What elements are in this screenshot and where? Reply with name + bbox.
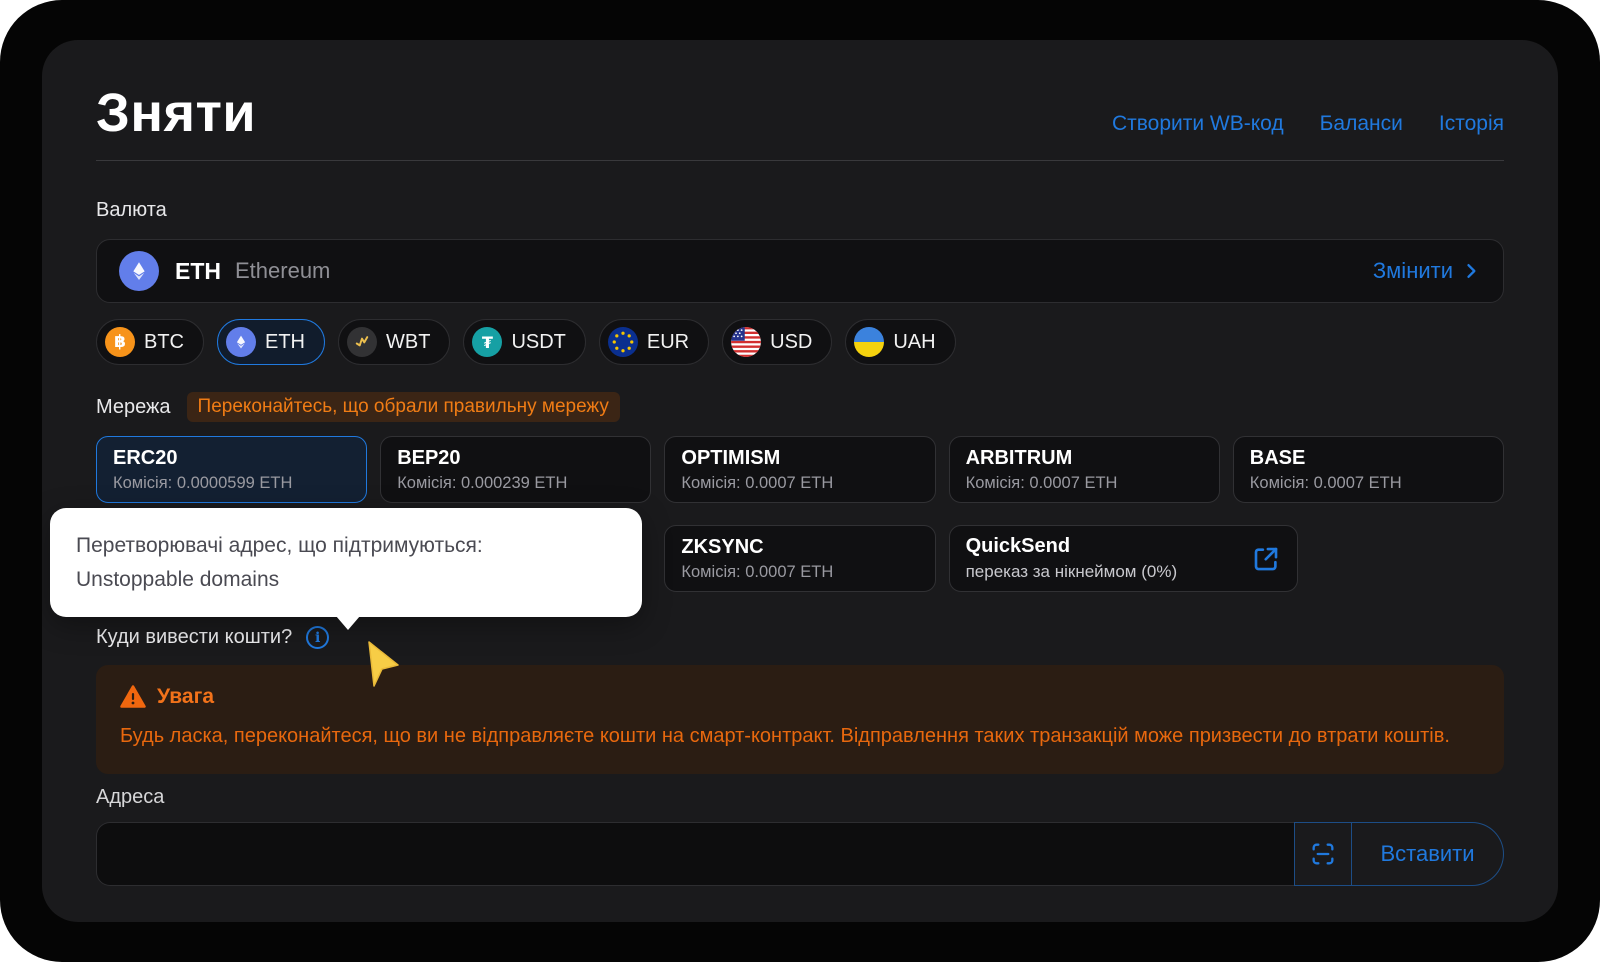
- withdraw-screen: Зняти Створити WB-код Баланси Історія Ва…: [42, 40, 1558, 922]
- nav-link-history[interactable]: Історія: [1439, 112, 1504, 136]
- nav-link-balances[interactable]: Баланси: [1320, 112, 1403, 136]
- network-name: BASE: [1250, 447, 1487, 470]
- chip-usdt-label: USDT: [511, 331, 565, 354]
- network-label: Мережа: [96, 396, 171, 419]
- wbt-icon: [347, 327, 377, 357]
- currency-selector[interactable]: ETH Ethereum Змінити: [96, 239, 1504, 303]
- network-fee: Комісія: 0.0000599 ETH: [113, 474, 350, 493]
- network-fee: Комісія: 0.0007 ETH: [681, 563, 918, 582]
- external-link-icon: [1251, 544, 1281, 574]
- chip-eur[interactable]: EUR: [599, 319, 709, 365]
- network-fee: Комісія: 0.0007 ETH: [1250, 474, 1487, 493]
- chip-eth[interactable]: ETH: [217, 319, 325, 365]
- warning-triangle-icon: [120, 685, 146, 709]
- change-currency-label: Змінити: [1373, 258, 1453, 284]
- network-fee: Комісія: 0.000239 ETH: [397, 474, 634, 493]
- btc-icon: ฿: [105, 327, 135, 357]
- tooltip-line-1: Перетворювачі адрес, що підтримуються:: [76, 529, 616, 563]
- header-divider: [96, 160, 1504, 161]
- chip-wbt-label: WBT: [386, 331, 430, 354]
- destination-row: Куди вивести кошти? i: [96, 626, 1504, 649]
- network-card-arbitrum[interactable]: ARBITRUM Комісія: 0.0007 ETH: [949, 436, 1220, 503]
- warning-body: Будь ласка, переконайтеся, що ви не відп…: [120, 721, 1450, 752]
- nav-links: Створити WB-код Баланси Історія: [1112, 112, 1504, 144]
- network-name: BEP20: [397, 447, 634, 470]
- network-fee: Комісія: 0.0007 ETH: [966, 474, 1203, 493]
- network-fee: Комісія: 0.0007 ETH: [681, 474, 918, 493]
- tooltip-line-2: Unstoppable domains: [76, 563, 616, 597]
- network-card-erc20[interactable]: ERC20 Комісія: 0.0000599 ETH: [96, 436, 367, 503]
- chevron-right-icon: [1461, 261, 1481, 281]
- warning-header: Увага: [120, 685, 1480, 709]
- network-name: ERC20: [113, 447, 350, 470]
- eur-flag-icon: [608, 327, 638, 357]
- network-card-base[interactable]: BASE Комісія: 0.0007 ETH: [1233, 436, 1504, 503]
- network-name: QuickSend: [966, 535, 1178, 558]
- mouse-cursor: [360, 640, 404, 690]
- chip-eth-label: ETH: [265, 331, 305, 354]
- usdt-icon: ₮: [472, 327, 502, 357]
- network-card-bep20[interactable]: BEP20 Комісія: 0.000239 ETH: [380, 436, 651, 503]
- usd-flag-icon: [731, 327, 761, 357]
- network-warning-badge: Переконайтесь, що обрали правильну мереж…: [187, 392, 620, 422]
- change-currency-button[interactable]: Змінити: [1373, 258, 1481, 284]
- eth-icon: [119, 251, 159, 291]
- network-card-zksync[interactable]: ZKSYNC Комісія: 0.0007 ETH: [664, 525, 935, 592]
- header: Зняти Створити WB-код Баланси Історія: [96, 40, 1504, 144]
- paste-button[interactable]: Вставити: [1352, 822, 1504, 886]
- chip-usd-label: USD: [770, 331, 812, 354]
- chip-uah-label: UAH: [893, 331, 935, 354]
- network-name: ARBITRUM: [966, 447, 1203, 470]
- destination-question: Куди вивести кошти?: [96, 626, 292, 649]
- qr-scan-button[interactable]: [1294, 822, 1352, 886]
- network-name: ZKSYNC: [681, 536, 918, 559]
- eth-icon: [226, 327, 256, 357]
- address-converters-tooltip: Перетворювачі адрес, що підтримуються: U…: [50, 508, 642, 617]
- network-card-optimism[interactable]: OPTIMISM Комісія: 0.0007 ETH: [664, 436, 935, 503]
- chip-btc[interactable]: ฿ BTC: [96, 319, 204, 365]
- address-label: Адреса: [96, 786, 1504, 809]
- selected-currency-name: Ethereum: [235, 258, 330, 284]
- address-row: Вставити: [96, 822, 1504, 886]
- network-row: Мережа Переконайтесь, що обрали правильн…: [96, 392, 1504, 422]
- page-title: Зняти: [96, 82, 256, 144]
- uah-flag-icon: [854, 327, 884, 357]
- info-icon[interactable]: i: [306, 626, 329, 649]
- chip-usd[interactable]: USD: [722, 319, 832, 365]
- network-fee: переказ за нікнеймом (0%): [966, 562, 1178, 582]
- device-frame: Зняти Створити WB-код Баланси Історія Ва…: [0, 0, 1600, 962]
- paste-button-label: Вставити: [1380, 841, 1474, 867]
- currency-chips: ฿ BTC ETH WBT ₮ USDT: [96, 319, 1504, 365]
- tooltip-arrow: [336, 616, 360, 630]
- currency-label: Валюта: [96, 199, 1504, 222]
- network-name: OPTIMISM: [681, 447, 918, 470]
- address-input[interactable]: [96, 822, 1294, 886]
- network-card-quicksend[interactable]: QuickSend переказ за нікнеймом (0%): [949, 525, 1298, 592]
- chip-eur-label: EUR: [647, 331, 689, 354]
- selected-currency-ticker: ETH: [175, 258, 221, 285]
- chip-uah[interactable]: UAH: [845, 319, 955, 365]
- warning-title: Увага: [157, 685, 214, 709]
- chip-btc-label: BTC: [144, 331, 184, 354]
- chip-wbt[interactable]: WBT: [338, 319, 450, 365]
- warning-banner: Увага Будь ласка, переконайтеся, що ви н…: [96, 665, 1504, 774]
- nav-link-create-wb-code[interactable]: Створити WB-код: [1112, 112, 1284, 136]
- qr-scan-icon: [1309, 840, 1337, 868]
- chip-usdt[interactable]: ₮ USDT: [463, 319, 585, 365]
